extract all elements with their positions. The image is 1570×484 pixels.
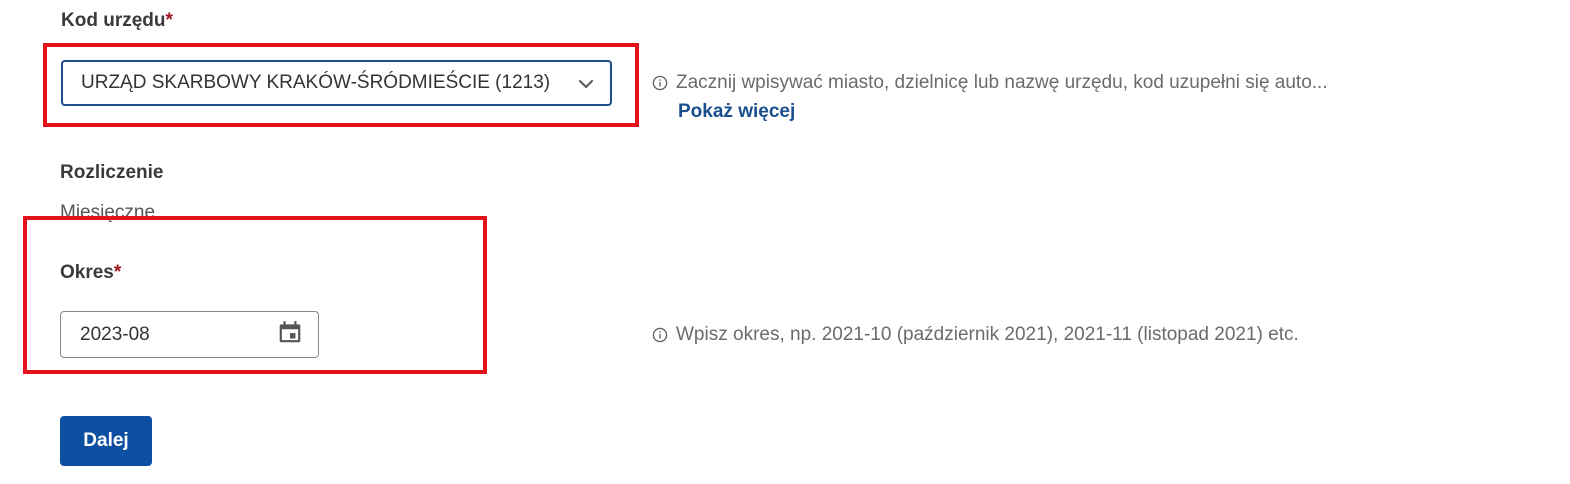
office-code-label: Kod urzędu* [61,10,173,32]
period-label-text: Okres [60,262,114,283]
required-mark: * [113,262,122,283]
office-code-hint-text: Zacznij wpisywać miasto, dzielnicę lub n… [676,72,1328,93]
office-code-selected-value: URZĄD SKARBOWY KRAKÓW-ŚRÓDMIEŚCIE (1213) [81,72,551,93]
calendar-icon[interactable] [277,319,303,345]
period-label: Okres* [60,262,121,284]
next-button[interactable]: Dalej [60,416,152,466]
info-icon [652,75,668,91]
info-icon [652,327,668,343]
settlement-value: Miesięczne [60,202,156,223]
form-page: Kod urzędu* URZĄD SKARBOWY KRAKÓW-ŚRÓDMI… [0,0,1570,484]
required-mark: * [165,10,173,31]
show-more-link[interactable]: Pokaż więcej [678,101,795,123]
chevron-down-icon[interactable] [576,74,596,94]
office-code-select[interactable]: URZĄD SKARBOWY KRAKÓW-ŚRÓDMIEŚCIE (1213) [61,60,612,106]
settlement-label: Rozliczenie [60,162,164,183]
period-hint-text: Wpisz okres, np. 2021-10 (październik 20… [676,324,1299,345]
office-code-hint: Zacznij wpisywać miasto, dzielnicę lub n… [652,72,1328,94]
period-hint: Wpisz okres, np. 2021-10 (październik 20… [652,324,1299,346]
office-code-label-text: Kod urzędu [61,10,166,31]
